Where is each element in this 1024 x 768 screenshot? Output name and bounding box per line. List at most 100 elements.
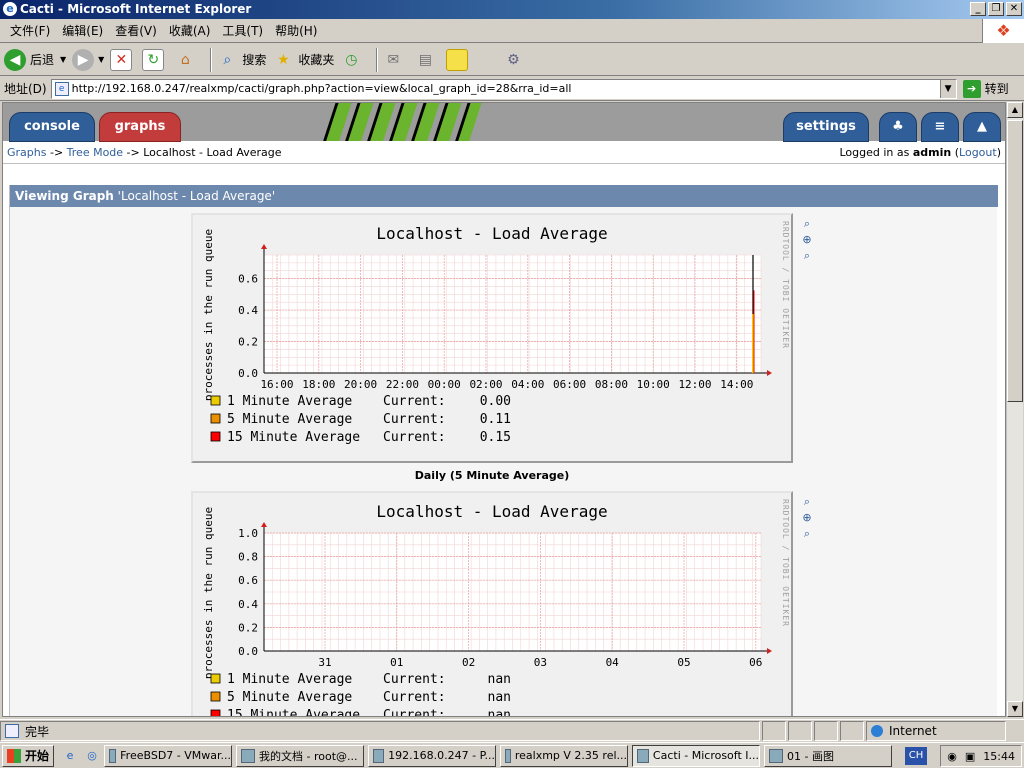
taskbar-item[interactable]: 我的文档 - root@... <box>236 744 365 767</box>
scroll-down-icon[interactable]: ▼ <box>1007 701 1023 717</box>
history-button[interactable]: ◷ <box>340 46 366 74</box>
edit-button[interactable] <box>446 46 472 74</box>
menu-help[interactable]: 帮助(H) <box>269 22 323 39</box>
menu-view[interactable]: 查看(V) <box>109 22 163 39</box>
start-label: 开始 <box>25 749 50 763</box>
breadcrumb: Graphs -> Tree Mode -> Localhost - Load … <box>3 142 1005 164</box>
tab-graphs[interactable]: graphs <box>99 112 181 142</box>
x-tick-label: 22:00 <box>386 378 419 391</box>
ime-indicator[interactable]: CH <box>905 747 927 765</box>
close-button[interactable]: ✕ <box>1006 2 1022 16</box>
legend-current-value: 0.15 <box>480 430 511 445</box>
graph-caption: Daily (5 Minute Average) <box>414 469 570 482</box>
preview-view-icon[interactable]: ▲ <box>963 112 1001 142</box>
forward-dropdown-icon[interactable]: ▼ <box>98 55 104 64</box>
taskbar-item[interactable]: 192.168.0.247 - P... <box>368 744 497 767</box>
search-label: 搜索 <box>242 53 267 67</box>
restore-button[interactable]: ❐ <box>988 2 1004 16</box>
quick-launch: e ◎ <box>62 748 100 764</box>
zoom-icon[interactable]: ⌕ <box>799 495 815 509</box>
vertical-scrollbar[interactable]: ▲ ▼ <box>1006 102 1023 717</box>
taskbar-item[interactable]: 01 - 画图 <box>764 744 893 767</box>
favorites-button[interactable]: ★ 收藏夹 <box>272 46 334 74</box>
legend-current-label: Current: <box>383 690 446 705</box>
y-tick-label: 0.2 <box>238 336 258 349</box>
logout-link[interactable]: Logout <box>959 146 997 159</box>
network-icon[interactable]: ▣ <box>965 750 975 763</box>
x-tick-label: 16:00 <box>260 378 293 391</box>
note-icon <box>446 48 469 71</box>
refresh-button[interactable]: ↻ <box>142 46 168 74</box>
window-title: Cacti - Microsoft Internet Explorer <box>20 2 252 16</box>
csv-export-icon[interactable]: ⊕ <box>799 511 815 525</box>
scroll-up-icon[interactable]: ▲ <box>1007 102 1023 118</box>
legend-current-value: 0.00 <box>480 394 511 409</box>
menu-tools[interactable]: 工具(T) <box>216 22 269 39</box>
toolbar: ◀ 后退 ▼ ▶ ▼ ✕ ↻ ⌂ ⌕ 搜索 ★ 收藏夹 ◷ ✉ ▤ ⚙ <box>0 44 1024 76</box>
volume-icon[interactable]: ◉ <box>947 750 957 763</box>
x-tick-label: 03 <box>534 656 547 669</box>
x-tick-label: 20:00 <box>344 378 377 391</box>
forward-button[interactable]: ▶ ▼ <box>72 46 104 74</box>
status-segment <box>788 721 812 741</box>
page-status-icon <box>5 724 19 738</box>
graph-image-weekly[interactable]: Localhost - Load Average processes in the… <box>191 491 793 717</box>
legend-current-label: Current: <box>383 708 446 717</box>
minimize-button[interactable]: _ <box>970 2 986 16</box>
browser-quicklaunch-icon[interactable]: ◎ <box>84 748 100 764</box>
back-dropdown-icon[interactable]: ▼ <box>60 55 66 64</box>
list-view-icon[interactable]: ≡ <box>921 112 959 142</box>
timespan-icon[interactable]: ⌕ <box>799 249 815 263</box>
csv-export-icon[interactable]: ⊕ <box>799 233 815 247</box>
back-arrow-icon: ◀ <box>4 48 26 71</box>
print-button[interactable]: ▤ <box>414 46 440 74</box>
menu-edit[interactable]: 编辑(E) <box>56 22 109 39</box>
tab-settings[interactable]: settings <box>783 112 869 142</box>
stop-button[interactable]: ✕ <box>110 46 136 74</box>
viewing-graph-header: Viewing Graph 'Localhost - Load Average' <box>10 185 998 207</box>
mail-button[interactable]: ✉ <box>382 46 408 74</box>
login-user: admin <box>912 146 952 159</box>
legend-current-label: Current: <box>383 672 446 687</box>
legend-current-label: Current: <box>383 412 446 427</box>
taskbar-item[interactable]: FreeBSD7 - VMwar... <box>104 744 233 767</box>
x-axis-arrow <box>767 648 772 654</box>
start-button[interactable]: 开始 <box>2 744 55 767</box>
toolbar-separator <box>210 47 213 72</box>
taskbar-item-active[interactable]: Cacti - Microsoft I... <box>632 744 761 767</box>
back-button[interactable]: ◀ 后退 ▼ <box>4 46 66 74</box>
address-dropdown-icon[interactable]: ▼ <box>939 79 956 98</box>
legend-current-value: nan <box>488 690 511 705</box>
y-axis-label: processes in the run queue <box>202 507 215 679</box>
windows-logo-icon: ❖ <box>982 19 1024 43</box>
breadcrumb-separator: -> <box>123 146 144 159</box>
ie-quicklaunch-icon[interactable]: e <box>62 748 78 764</box>
timespan-icon[interactable]: ⌕ <box>799 527 815 541</box>
graph-image-daily[interactable]: Localhost - Load Average processes in the… <box>191 213 793 463</box>
graph-actions: ⌕ ⊕ ⌕ <box>799 495 817 543</box>
home-button[interactable]: ⌂ <box>174 46 200 74</box>
go-label: 转到 <box>984 82 1009 96</box>
legend-current-value: nan <box>488 708 511 717</box>
tree-view-icon[interactable]: ♣ <box>879 112 917 142</box>
legend-swatch <box>210 413 221 424</box>
messenger-icon: ⚙ <box>507 51 520 68</box>
x-tick-label: 04 <box>606 656 620 669</box>
y-tick-label: 0.6 <box>238 273 258 286</box>
breadcrumb-tree-mode[interactable]: Tree Mode <box>67 146 123 159</box>
refresh-icon: ↻ <box>142 48 165 71</box>
go-button[interactable]: ➔ 转到 <box>962 79 1009 98</box>
tab-console[interactable]: console <box>9 112 95 142</box>
menu-favorites[interactable]: 收藏(A) <box>163 22 217 39</box>
zoom-icon[interactable]: ⌕ <box>799 217 815 231</box>
messenger-button[interactable]: ⚙ <box>502 46 528 74</box>
taskbar-item[interactable]: realxmp V 2.35 rel... <box>500 744 629 767</box>
scroll-thumb[interactable] <box>1007 120 1023 402</box>
search-button[interactable]: ⌕ 搜索 <box>216 46 266 74</box>
menu-file[interactable]: 文件(F) <box>4 22 56 39</box>
address-input[interactable]: e http://192.168.0.247/realxmp/cacti/gra… <box>50 78 957 99</box>
stop-icon: ✕ <box>110 48 133 71</box>
x-tick-label: 10:00 <box>637 378 670 391</box>
breadcrumb-graphs[interactable]: Graphs <box>7 146 46 159</box>
legend-current-label: Current: <box>383 430 446 445</box>
